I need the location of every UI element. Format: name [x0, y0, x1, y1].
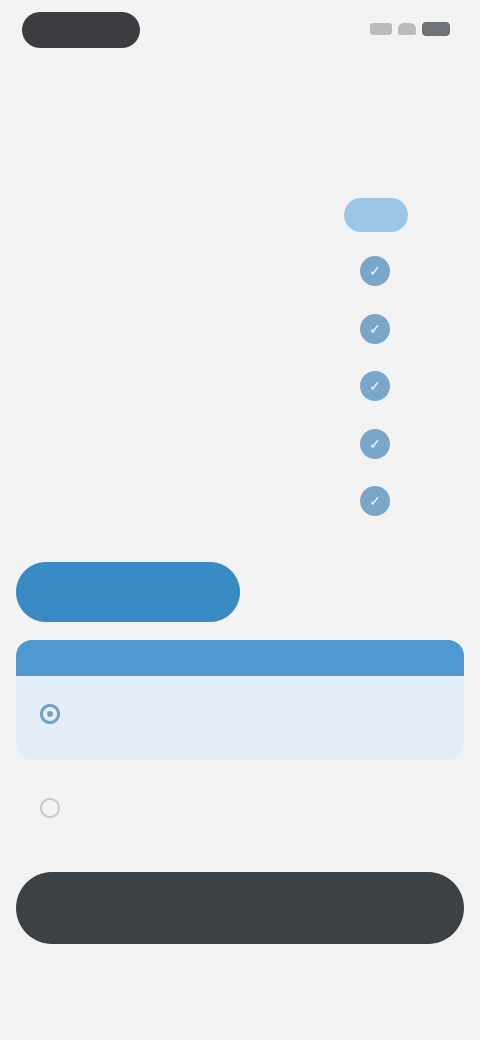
feature-row: ✓	[0, 417, 480, 475]
continue-button[interactable]	[16, 872, 464, 944]
offer-banner	[16, 640, 464, 676]
selected-plan-card[interactable]	[16, 640, 464, 760]
feature-row: ✓	[0, 244, 480, 302]
footer-links	[0, 956, 480, 978]
dynamic-island	[22, 12, 140, 48]
feature-row: ✓	[0, 474, 480, 532]
radio-dot	[47, 711, 53, 717]
alternate-plan-option[interactable]	[16, 774, 464, 844]
feature-row: ✓	[0, 359, 480, 417]
check-icon: ✓	[360, 371, 390, 401]
feature-row: ✓	[0, 302, 480, 360]
battery-icon	[422, 22, 450, 36]
wifi-icon	[398, 23, 416, 35]
feature-comparison-list: ✓ ✓ ✓ ✓ ✓	[0, 244, 480, 532]
check-icon: ✓	[360, 313, 390, 344]
check-icon: ✓	[360, 256, 390, 286]
radio-selected-icon[interactable]	[40, 704, 60, 724]
check-icon: ✓	[360, 428, 390, 459]
status-icons	[370, 22, 450, 36]
status-bar	[0, 0, 480, 62]
check-icon: ✓	[360, 486, 390, 516]
plan-toggle-active[interactable]	[16, 562, 240, 622]
signal-icon	[370, 23, 392, 35]
plan-toggle	[16, 562, 464, 622]
radio-unselected-icon[interactable]	[40, 798, 60, 818]
plan-toggle-inactive[interactable]	[248, 562, 464, 622]
pro-column-header	[344, 198, 408, 232]
